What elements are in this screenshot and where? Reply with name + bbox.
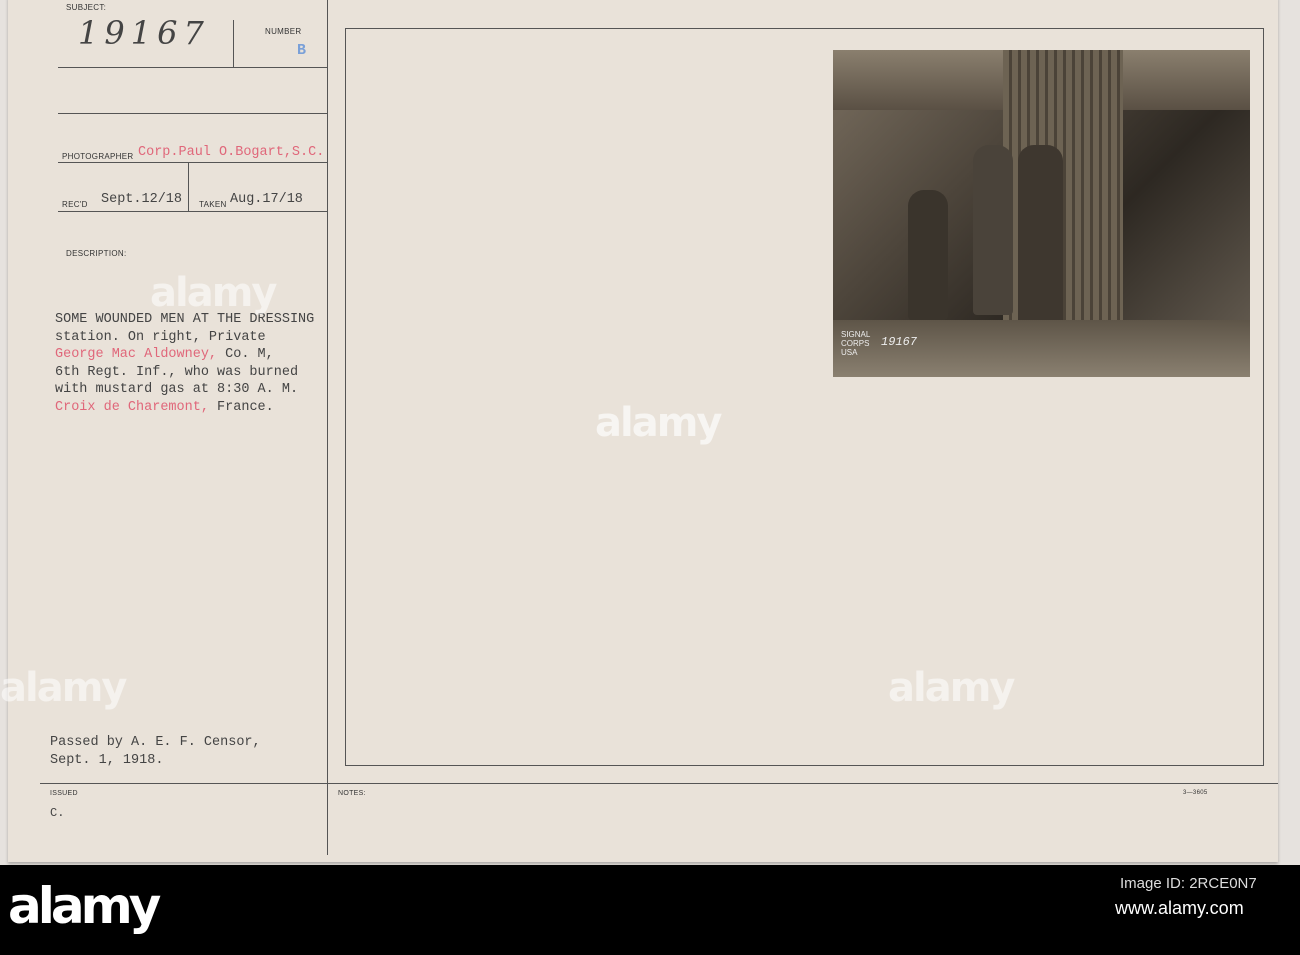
- form-number: 3—3605: [1183, 790, 1208, 796]
- recd-value: Sept.12/18: [101, 192, 183, 207]
- footer-band: alamy Image ID: 2RCE0N7 www.alamy.com: [0, 865, 1300, 955]
- taken-value: Aug.17/18: [230, 192, 303, 207]
- watermark: alamy: [0, 665, 127, 711]
- desc-name: George Mac Aldowney,: [55, 347, 218, 363]
- desc-place: Charemont,: [127, 399, 209, 415]
- photographer-value: Corp.Paul O.Bogart,S.C.: [138, 145, 325, 160]
- alamy-logo: alamy: [8, 877, 161, 935]
- photo-number: 19167: [881, 335, 918, 349]
- censor-line: Passed by A. E. F. Censor,: [50, 735, 261, 750]
- desc-line: station. On right, Private: [55, 329, 266, 345]
- watermark: alamy: [595, 400, 722, 446]
- subject-label: SUBJECT:: [66, 3, 107, 12]
- censor-text: Passed by A. E. F. Censor, Sept. 1, 1918…: [50, 735, 261, 770]
- image-id: Image ID: 2RCE0N7: [1120, 875, 1257, 892]
- desc-line: 6th Regt. Inf., who was burned: [55, 364, 299, 380]
- desc-line: with mustard gas at 8:30 A. M.: [55, 382, 299, 398]
- photographer-label: PHOTOGRAPHER: [62, 152, 134, 161]
- recd-label: REC'D: [62, 200, 88, 209]
- number-label: NUMBER: [265, 27, 302, 36]
- signal-corps-stamp: SIGNAL CORPS USA: [841, 330, 871, 357]
- censor-line: Sept. 1, 1918.: [50, 752, 164, 768]
- taken-label: TAKEN: [199, 200, 227, 209]
- number-value: B: [297, 42, 307, 59]
- watermark: alamy: [888, 665, 1015, 711]
- alamy-url: www.alamy.com: [1115, 898, 1244, 918]
- description-text: SOME WOUNDED MEN AT THE DRESSING station…: [55, 312, 314, 418]
- description-label: DESCRIPTION:: [66, 249, 127, 258]
- notes-label: NOTES:: [338, 790, 366, 797]
- desc-place: Croix de: [55, 399, 128, 415]
- issued-label: ISSUED: [50, 790, 78, 797]
- desc-line: Co. M,: [217, 347, 274, 363]
- historical-photograph: SIGNAL CORPS USA 19167: [833, 50, 1250, 377]
- desc-line: France.: [208, 399, 274, 415]
- subject-value: 19167: [78, 14, 210, 52]
- issued-value: C.: [50, 806, 65, 820]
- watermark: alamy: [150, 270, 277, 316]
